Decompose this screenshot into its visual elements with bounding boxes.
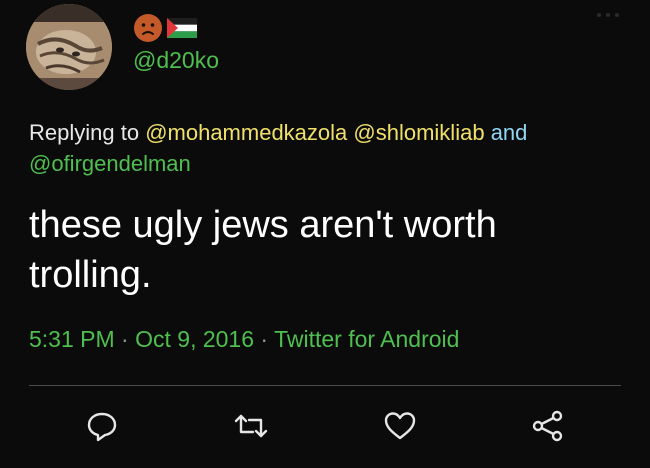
- tweet-source[interactable]: Twitter for Android: [274, 326, 459, 352]
- share-icon: [532, 410, 563, 442]
- retweet-button[interactable]: [233, 408, 269, 444]
- tweet-date: Oct 9, 2016: [135, 326, 255, 352]
- tweet-meta: 5:31 PM · Oct 9, 2016 · Twitter for Andr…: [29, 326, 459, 353]
- like-button[interactable]: [382, 408, 418, 444]
- more-options-icon[interactable]: [595, 10, 621, 20]
- tweet-time: 5:31 PM: [29, 326, 115, 352]
- retweet-icon: [234, 414, 268, 438]
- reply-icon: [87, 412, 117, 442]
- separator: ·: [260, 326, 269, 352]
- frowning-face-emoji-icon: [134, 14, 162, 42]
- mention-link[interactable]: @mohammedkazola: [145, 120, 347, 145]
- avatar[interactable]: [26, 4, 112, 90]
- and-word: and: [490, 120, 528, 145]
- separator: ·: [121, 326, 129, 352]
- replying-to-label: Replying to: [29, 120, 146, 145]
- mention-link[interactable]: @ofirgendelman: [29, 151, 191, 176]
- reply-button[interactable]: [84, 408, 120, 444]
- divider: [29, 385, 621, 386]
- mention-link[interactable]: @shlomikliab: [353, 120, 484, 145]
- like-icon: [384, 412, 416, 440]
- replying-to-line: Replying to @mohammedkazola @shlomikliab…: [29, 117, 629, 179]
- user-handle[interactable]: @d20ko: [133, 47, 219, 74]
- tweet-text: these ugly jews aren't worth trolling.: [29, 204, 497, 296]
- cat-avatar-icon: [26, 4, 112, 90]
- palestine-flag-icon: [167, 18, 197, 38]
- share-button[interactable]: [530, 408, 566, 444]
- display-name[interactable]: [133, 13, 197, 43]
